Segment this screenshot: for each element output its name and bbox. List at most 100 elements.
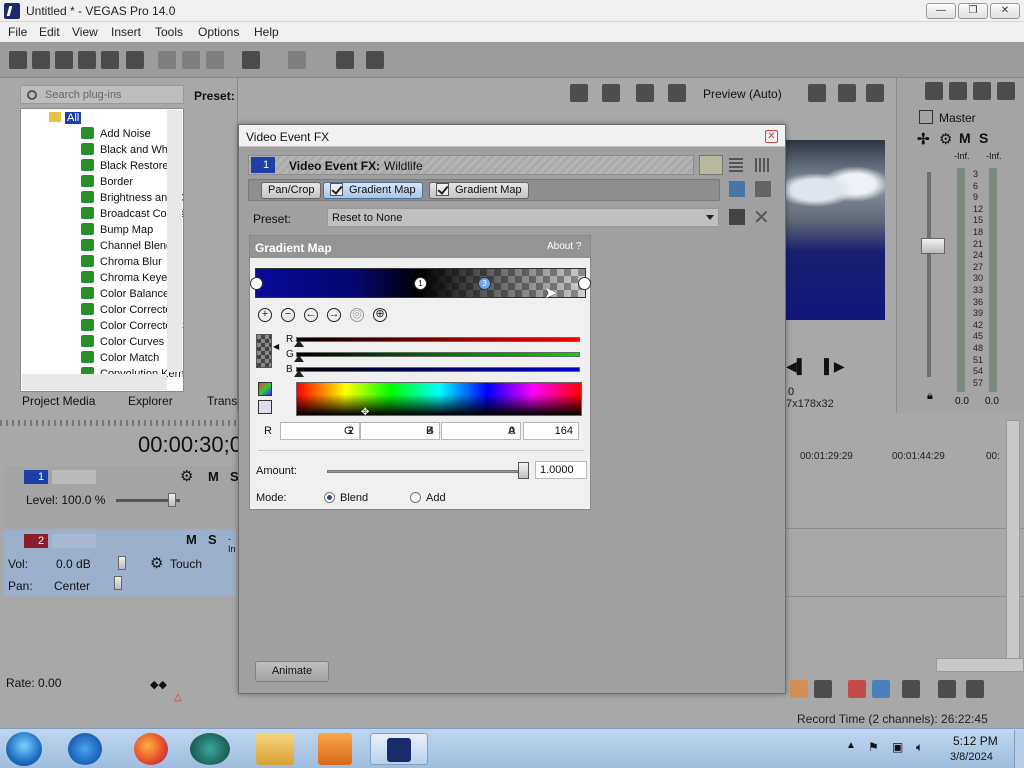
plugin-item[interactable]: Color Balance <box>81 286 169 302</box>
red-slider-thumb[interactable] <box>294 340 304 347</box>
preview-settings-gear-icon[interactable] <box>570 84 588 102</box>
lock-icon[interactable]: 🔒︎ <box>927 390 933 403</box>
amount-slider-knob[interactable] <box>518 462 529 479</box>
volume-icon[interactable]: 🔈︎ <box>916 740 923 755</box>
fx-view-list-icon[interactable] <box>699 155 723 175</box>
track1-mute-button[interactable]: M <box>208 469 219 484</box>
auto-crossfade-icon[interactable] <box>872 680 890 698</box>
about-link[interactable]: About ? <box>547 241 581 252</box>
plugin-item[interactable]: Chroma Blur <box>81 254 162 270</box>
clock-date[interactable]: 3/8/2024 <box>950 751 993 763</box>
menu-edit[interactable]: Edit <box>39 25 60 39</box>
delete-preset-icon[interactable]: ✕ <box>753 205 770 230</box>
mode-add-radio[interactable]: Add <box>410 492 446 504</box>
master-solo-button[interactable]: S <box>979 130 988 146</box>
media-player-icon[interactable] <box>318 733 352 765</box>
whats-this-help-icon[interactable] <box>366 51 384 69</box>
master-routing-icon[interactable] <box>949 82 967 100</box>
previous-stop-icon[interactable]: ← <box>304 308 318 322</box>
amount-slider-track[interactable] <box>327 470 527 473</box>
gradient-stop[interactable]: 1 <box>414 277 427 290</box>
animate-button[interactable]: Animate <box>255 661 329 682</box>
plugin-chain-icon[interactable] <box>729 181 745 197</box>
blue-channel-slider[interactable] <box>296 367 580 372</box>
minimize-button[interactable]: — <box>926 3 956 19</box>
undo-icon[interactable] <box>242 51 260 69</box>
menu-options[interactable]: Options <box>198 25 239 39</box>
master-speaker-icon[interactable] <box>973 82 991 100</box>
network-icon[interactable]: ▣ <box>892 740 903 754</box>
remove-plugin-icon[interactable] <box>755 181 771 197</box>
plugin-item[interactable]: Black and White <box>81 142 179 158</box>
master-select-icon[interactable] <box>919 110 933 124</box>
track1-fx-gear-icon[interactable]: ⚙ <box>180 467 193 485</box>
preset-dropdown[interactable]: Reset to None <box>327 208 719 227</box>
menu-help[interactable]: Help <box>254 25 279 39</box>
distribute-stops-icon[interactable]: ⊕ <box>373 308 387 322</box>
plugin-item[interactable]: Color Corrector <box>81 302 175 318</box>
chain-pancrop[interactable]: Pan/Crop <box>261 182 322 199</box>
red-channel-slider[interactable] <box>296 337 580 342</box>
blue-slider-thumb[interactable] <box>294 370 304 377</box>
master-fx-gear-icon[interactable] <box>925 82 943 100</box>
action-center-flag-icon[interactable]: ⚑ <box>868 740 879 754</box>
timeline-tracks-area[interactable] <box>786 466 1024 656</box>
region-tool-icon[interactable] <box>814 680 832 698</box>
split-screen-icon[interactable] <box>636 84 654 102</box>
plugin-item[interactable]: Border <box>81 174 133 190</box>
green-channel-slider[interactable] <box>296 352 580 357</box>
dialog-close-icon[interactable]: ✕ <box>765 130 778 143</box>
prev-frame-icon[interactable]: ◀▌ <box>786 358 807 375</box>
checkbox-checked-icon[interactable] <box>436 183 449 196</box>
save-snapshot-icon[interactable] <box>866 84 884 102</box>
master-downmix-icon[interactable] <box>997 82 1015 100</box>
overlays-icon[interactable] <box>668 84 686 102</box>
add-stop-icon[interactable]: + <box>258 308 272 322</box>
show-desktop-button[interactable] <box>1014 730 1024 768</box>
a-value-field[interactable]: 164 <box>523 422 579 440</box>
master-mute-button[interactable]: M <box>959 130 971 146</box>
track2-solo-button[interactable]: S <box>208 532 217 547</box>
track2-name-field[interactable] <box>52 534 96 548</box>
snapping-magnet-icon[interactable] <box>848 680 866 698</box>
plugin-item[interactable]: Color Match <box>81 350 159 366</box>
tree-vertical-scrollbar[interactable] <box>167 110 182 372</box>
track1-name-field[interactable] <box>52 470 96 484</box>
color-mode-icon[interactable] <box>258 382 272 396</box>
maximize-button[interactable]: ❐ <box>958 3 988 19</box>
render-icon[interactable] <box>101 51 119 69</box>
auto-ripple-icon[interactable] <box>902 680 920 698</box>
timeline-vertical-scrollbar[interactable] <box>1006 420 1020 660</box>
preview-quality-select[interactable]: Preview (Auto) <box>703 87 782 101</box>
center-stop-icon[interactable]: ◎ <box>350 308 364 322</box>
color-spectrum-picker[interactable]: ✥ <box>296 382 582 418</box>
checkbox-checked-icon[interactable] <box>330 183 343 196</box>
mode-blend-radio[interactable]: Blend <box>324 492 368 504</box>
track2-mute-button[interactable]: M <box>186 532 197 547</box>
menu-tools[interactable]: Tools <box>155 25 183 39</box>
plugin-item[interactable]: Black Restore <box>81 158 168 174</box>
open-file-icon[interactable] <box>32 51 50 69</box>
properties-gear-icon[interactable] <box>126 51 144 69</box>
lock-envelopes-icon[interactable] <box>938 680 956 698</box>
eyedropper-icon[interactable] <box>258 400 272 414</box>
cut-icon[interactable] <box>158 51 176 69</box>
timeline-ruler[interactable]: 00:01:29:29 00:01:44:29 00: <box>786 448 1024 466</box>
gradient-stop-selected[interactable]: 3 <box>478 277 491 290</box>
rate-slider-marker[interactable]: ◆◆ <box>150 678 167 691</box>
plugin-item[interactable]: Chroma Keyer <box>81 270 171 286</box>
external-monitor-icon[interactable] <box>602 84 620 102</box>
chain-gradient-map-1[interactable]: Gradient Map <box>323 182 423 199</box>
new-file-icon[interactable] <box>9 51 27 69</box>
clock-time[interactable]: 5:12 PM <box>953 734 998 748</box>
master-fader-knob[interactable] <box>921 238 945 254</box>
marker-tool-icon[interactable] <box>790 680 808 698</box>
start-button-icon[interactable] <box>6 732 42 766</box>
gradient-stop-start[interactable] <box>250 277 263 290</box>
plugin-item[interactable]: Bump Map <box>81 222 153 238</box>
firefox-icon[interactable] <box>134 733 168 765</box>
amount-value-field[interactable]: 1.0000 <box>535 461 587 479</box>
track1-level-knob[interactable] <box>168 493 176 507</box>
track2-pan-knob[interactable] <box>114 576 122 590</box>
green-slider-thumb[interactable] <box>294 355 304 362</box>
